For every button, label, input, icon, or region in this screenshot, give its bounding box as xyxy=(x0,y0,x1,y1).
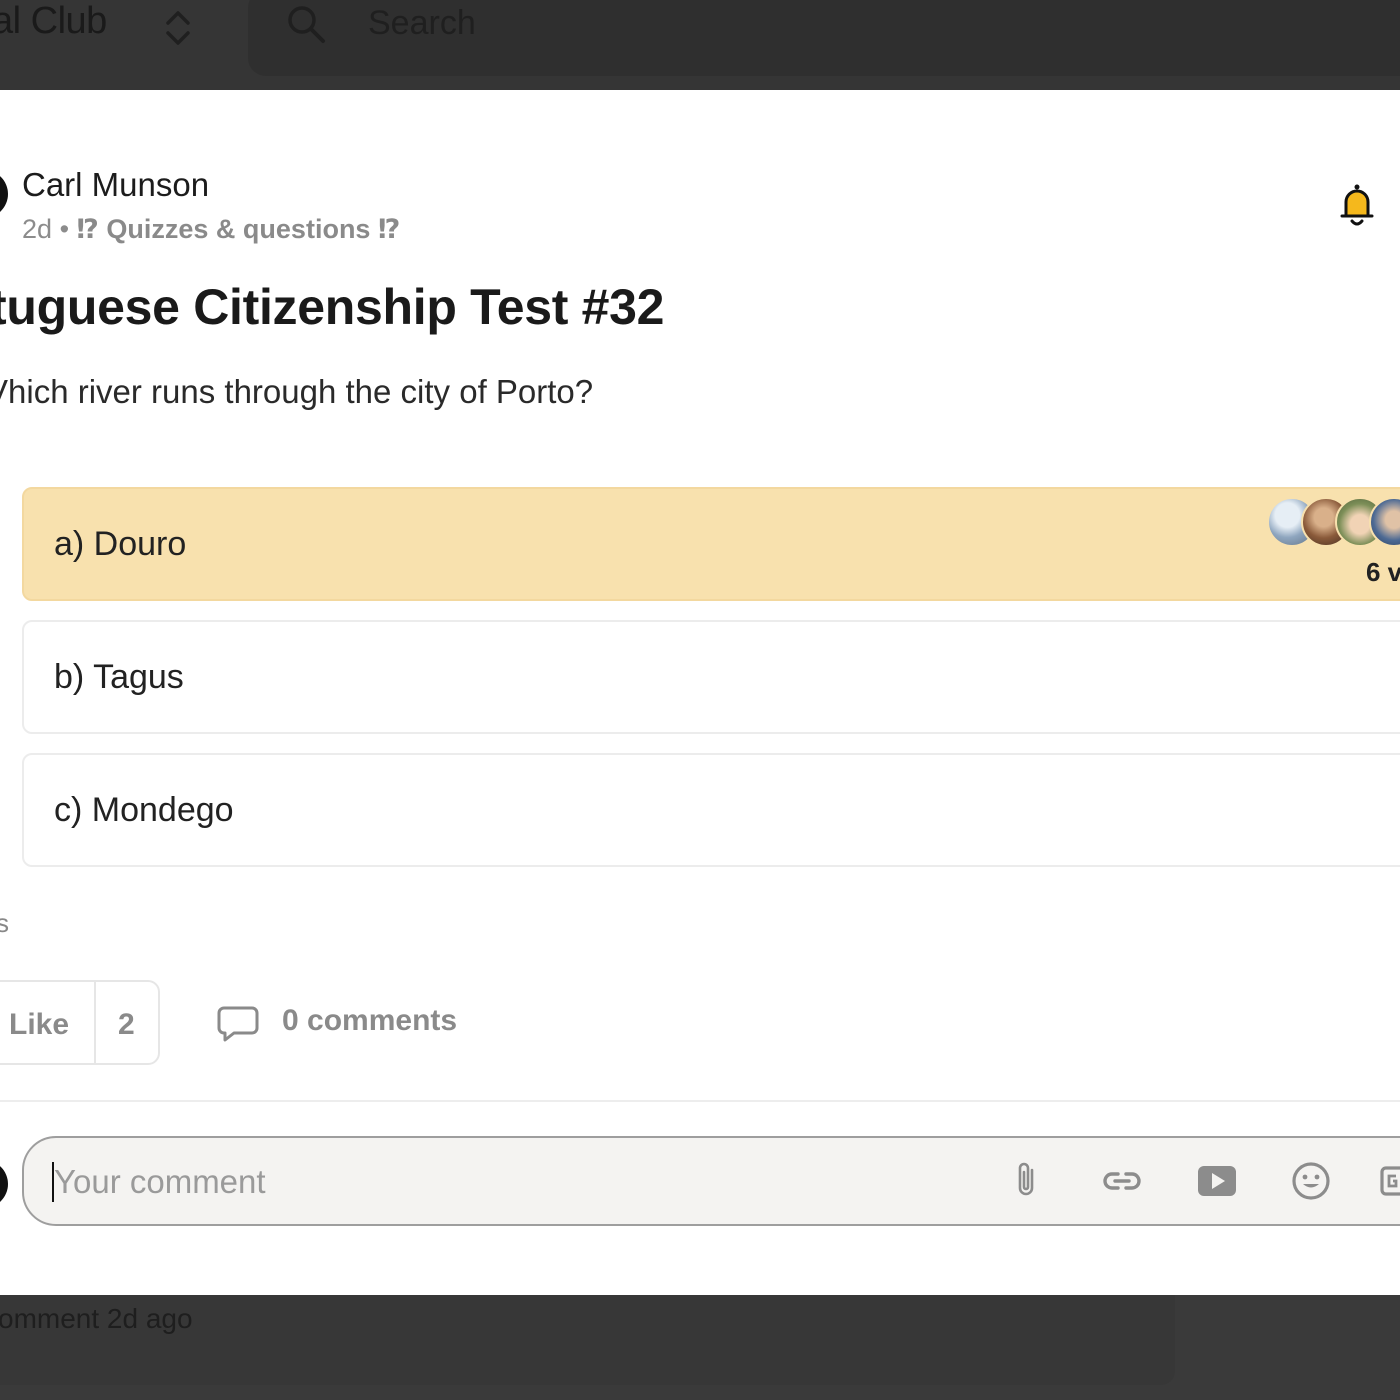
post-question: Vhich river runs through the city of Por… xyxy=(0,373,594,410)
divider xyxy=(0,1100,1400,1102)
like-divider xyxy=(94,982,96,1063)
link-icon[interactable] xyxy=(1099,1158,1145,1204)
commenter-avatar xyxy=(0,1160,8,1208)
attachment-icon[interactable] xyxy=(1004,1158,1050,1204)
club-name[interactable]: al Club xyxy=(0,0,107,43)
chevron-updown-icon[interactable] xyxy=(163,6,193,48)
gif-icon[interactable] xyxy=(1378,1158,1400,1204)
poll-option-label: a) Douro xyxy=(54,525,187,563)
poll-option-b[interactable]: b) Tagus xyxy=(22,620,1400,734)
author-avatar[interactable] xyxy=(0,170,8,218)
like-button[interactable]: Like 2 xyxy=(0,980,160,1065)
poll-option-label: c) Mondego xyxy=(54,791,234,829)
search-input[interactable]: Search xyxy=(368,4,476,43)
post-time: 2d xyxy=(22,214,53,244)
comment-icon[interactable] xyxy=(216,1004,260,1044)
poll-option-c[interactable]: c) Mondego xyxy=(22,753,1400,867)
background-last-activity: omment 2d ago xyxy=(0,1303,193,1334)
emoji-icon[interactable] xyxy=(1288,1158,1334,1204)
meta-separator: • xyxy=(59,214,70,244)
comment-input[interactable] xyxy=(52,1156,956,1208)
search-icon xyxy=(288,6,325,43)
poll-option-label: b) Tagus xyxy=(54,658,184,696)
post-category[interactable]: ⁉ Quizzes & questions ⁉ xyxy=(77,214,401,244)
text-caret xyxy=(52,1162,54,1202)
top-bar: al Club Search xyxy=(0,0,1400,90)
vote-count[interactable]: 6 v xyxy=(1366,557,1400,588)
bell-icon[interactable] xyxy=(1337,182,1377,230)
poll-footer-text: s xyxy=(0,908,9,938)
like-count[interactable]: 2 xyxy=(118,1008,135,1042)
video-icon[interactable] xyxy=(1194,1158,1240,1204)
comments-count[interactable]: 0 comments xyxy=(282,1004,457,1038)
comment-box[interactable] xyxy=(22,1136,1400,1226)
like-label: Like xyxy=(9,1008,70,1041)
post-meta: 2d • ⁉ Quizzes & questions ⁉ xyxy=(22,214,400,245)
author-name[interactable]: Carl Munson xyxy=(22,166,209,204)
post-modal: Carl Munson 2d • ⁉ Quizzes & questions ⁉… xyxy=(0,90,1400,1295)
post-title: tuguese Citizenship Test #32 xyxy=(0,279,665,335)
poll-option-a[interactable]: a) Douro 6 v xyxy=(22,487,1400,601)
